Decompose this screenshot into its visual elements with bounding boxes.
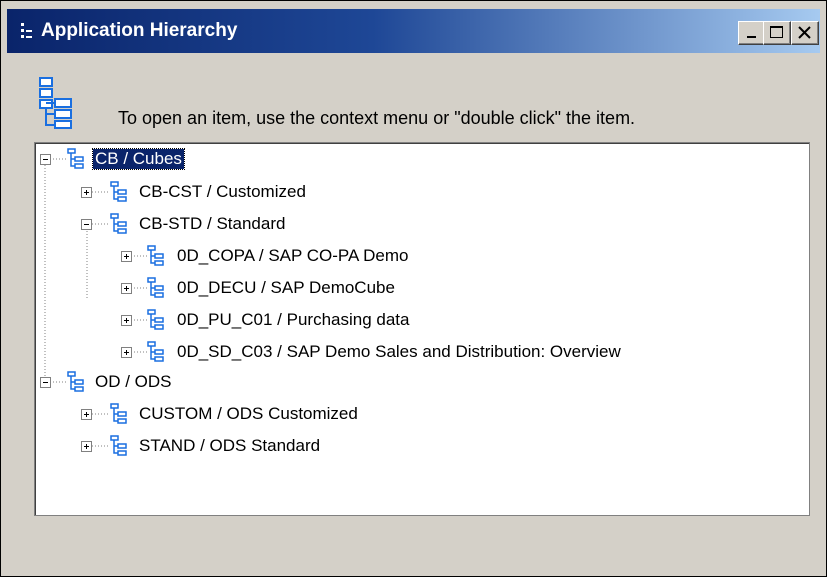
close-button[interactable] (791, 21, 819, 45)
hierarchy-icon (39, 77, 72, 129)
close-icon (798, 26, 811, 39)
hierarchy-node-icon (110, 213, 128, 235)
hierarchy-node-icon (147, 341, 165, 363)
tree-node-label[interactable]: STAND / ODS Standard (137, 436, 322, 456)
minimize-icon (747, 36, 756, 38)
tree-node-cb[interactable]: CB / Cubes (35, 148, 805, 170)
hierarchy-tree[interactable]: CB / Cubes CB-CST / Customized CB-STD / St… (34, 142, 810, 516)
maximize-button[interactable] (763, 21, 791, 45)
expand-toggle[interactable] (121, 347, 132, 358)
expand-toggle[interactable] (121, 251, 132, 262)
window-title: Application Hierarchy (41, 20, 238, 41)
tree-node-cb-cst[interactable]: CB-CST / Customized (35, 181, 805, 203)
tree-node-label[interactable]: CB / Cubes (92, 148, 185, 170)
tree-node-label[interactable]: 0D_PU_C01 / Purchasing data (175, 310, 411, 330)
collapse-toggle[interactable] (40, 154, 51, 165)
minimize-button[interactable] (738, 21, 766, 45)
tree-node-stand[interactable]: STAND / ODS Standard (35, 435, 805, 457)
tree-node-0d-decu[interactable]: 0D_DECU / SAP DemoCube (35, 277, 805, 299)
expand-toggle[interactable] (81, 187, 92, 198)
tree-node-label[interactable]: CB-STD / Standard (137, 214, 287, 234)
tree-node-0d-copa[interactable]: 0D_COPA / SAP CO-PA Demo (35, 245, 805, 267)
hierarchy-node-icon (67, 371, 85, 393)
collapse-toggle[interactable] (40, 377, 51, 388)
expand-toggle[interactable] (81, 441, 92, 452)
expand-toggle[interactable] (81, 409, 92, 420)
tree-node-label[interactable]: CB-CST / Customized (137, 182, 308, 202)
tree-node-label[interactable]: 0D_SD_C03 / SAP Demo Sales and Distribut… (175, 342, 623, 362)
hierarchy-node-icon (110, 181, 128, 203)
tree-node-label[interactable]: OD / ODS (93, 372, 174, 392)
tree-node-label[interactable]: 0D_DECU / SAP DemoCube (175, 278, 397, 298)
hierarchy-node-icon (147, 277, 165, 299)
application-hierarchy-window: Application Hierarchy To open an item, u… (0, 0, 827, 577)
tree-node-od[interactable]: OD / ODS (35, 371, 805, 393)
maximize-icon (770, 26, 783, 38)
hierarchy-node-icon (67, 148, 85, 170)
hint-text: To open an item, use the context menu or… (118, 108, 636, 128)
collapse-toggle[interactable] (81, 219, 92, 230)
tree-node-0d-pu-c01[interactable]: 0D_PU_C01 / Purchasing data (35, 309, 805, 331)
expand-toggle[interactable] (121, 315, 132, 326)
tree-node-label[interactable]: CUSTOM / ODS Customized (137, 404, 360, 424)
hierarchy-node-icon (147, 309, 165, 331)
title-bar[interactable]: Application Hierarchy (7, 9, 820, 53)
tree-node-label[interactable]: 0D_COPA / SAP CO-PA Demo (175, 246, 410, 266)
expand-toggle[interactable] (121, 283, 132, 294)
hierarchy-icon (21, 23, 32, 38)
hierarchy-node-icon (110, 435, 128, 457)
hierarchy-node-icon (110, 403, 128, 425)
tree-node-cb-std[interactable]: CB-STD / Standard (35, 213, 805, 235)
tree-node-custom[interactable]: CUSTOM / ODS Customized (35, 403, 805, 425)
tree-node-0d-sd-c03[interactable]: 0D_SD_C03 / SAP Demo Sales and Distribut… (35, 341, 805, 363)
hierarchy-node-icon (147, 245, 165, 267)
